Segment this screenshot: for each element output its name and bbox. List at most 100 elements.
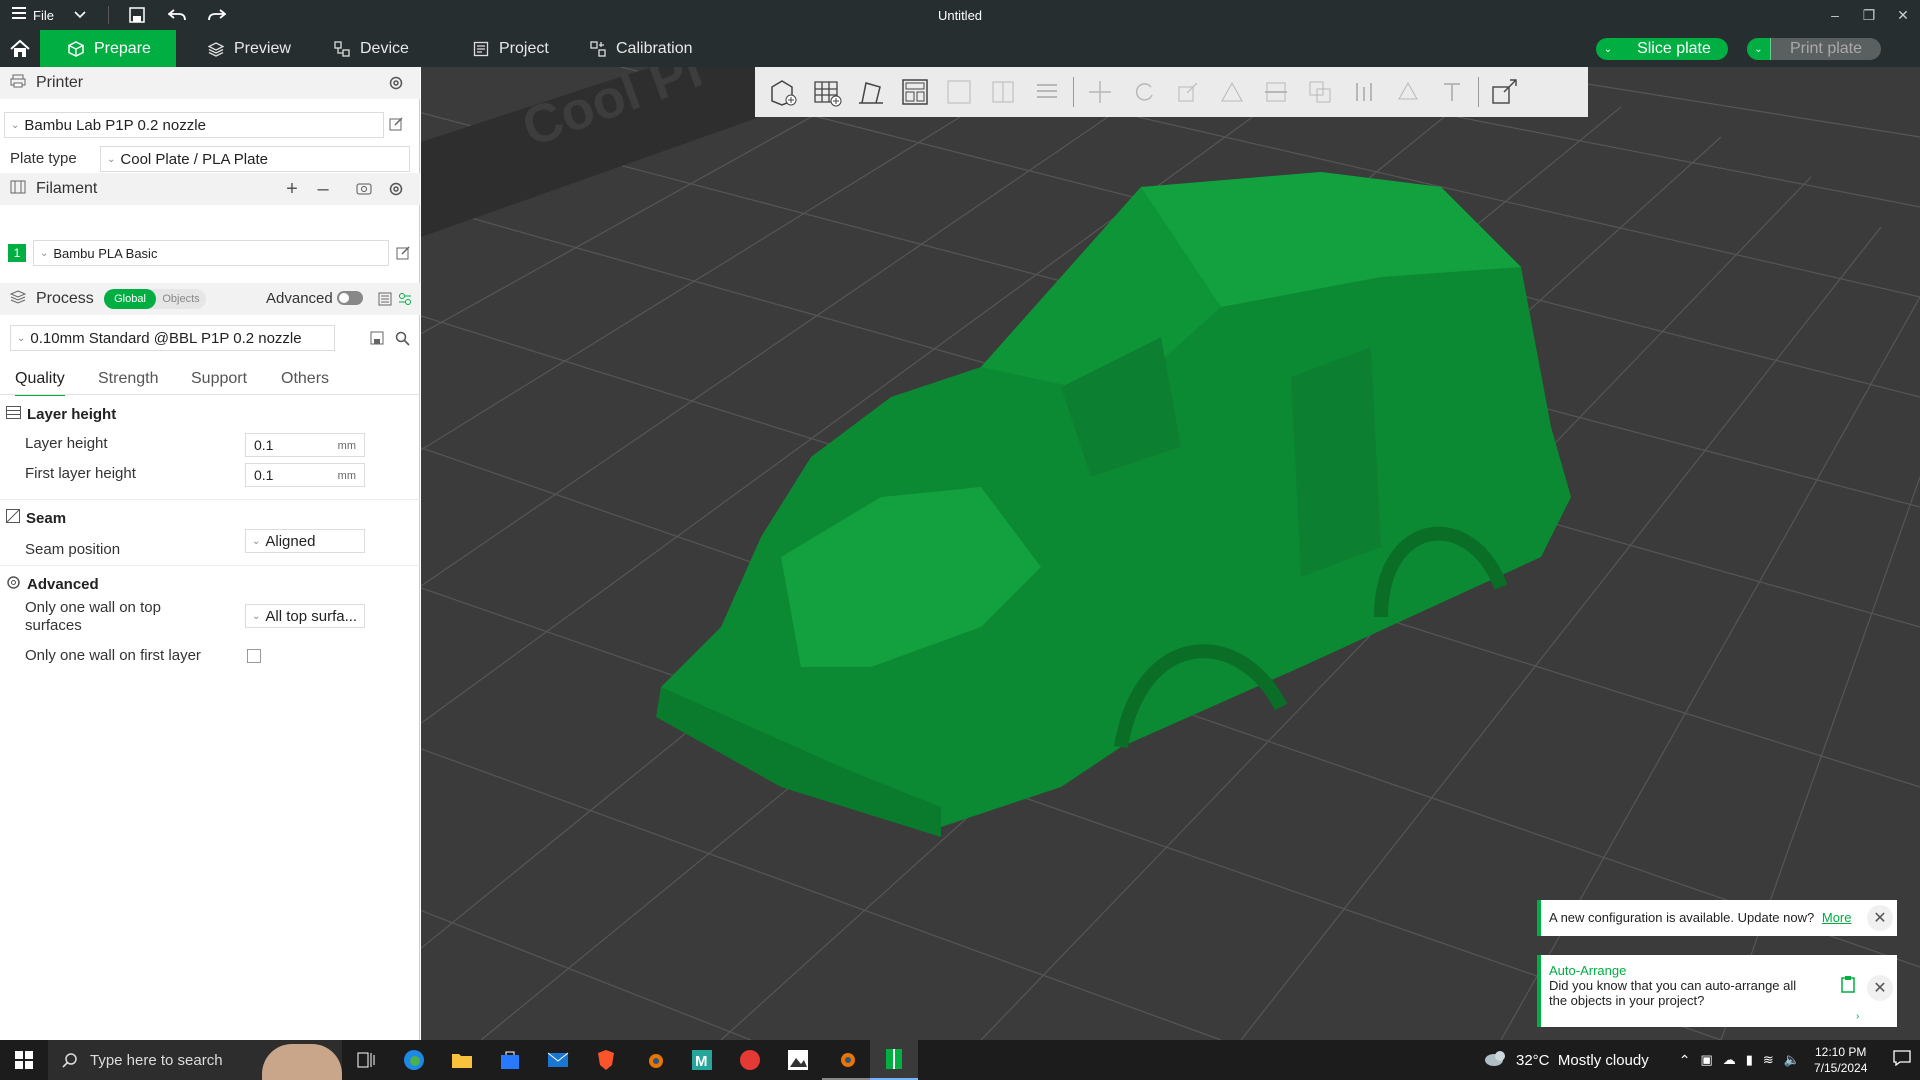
cut-icon[interactable] [1258, 74, 1294, 110]
advanced-toggle-label: Advanced [266, 290, 333, 307]
variable-layer-icon[interactable] [1029, 74, 1065, 110]
edge-icon[interactable] [390, 1040, 438, 1080]
one-wall-first-layer-checkbox[interactable] [247, 649, 261, 663]
assembly-view-icon[interactable] [1487, 74, 1523, 110]
tab-project[interactable]: Project [448, 30, 570, 67]
lay-on-face-icon[interactable] [1214, 74, 1250, 110]
text-icon[interactable] [1434, 74, 1470, 110]
support-paint-icon[interactable] [1346, 74, 1382, 110]
tab-device[interactable]: Device [314, 30, 448, 67]
tab-support[interactable]: Support [191, 370, 247, 388]
scale-icon[interactable] [1170, 74, 1206, 110]
update-more-link[interactable]: More [1822, 910, 1852, 925]
save-icon[interactable] [117, 0, 157, 30]
task-view-icon[interactable] [342, 1040, 390, 1080]
tab-preview[interactable]: Preview [176, 30, 314, 67]
add-plate-icon[interactable] [809, 74, 845, 110]
slice-dropdown-icon[interactable]: ⌄ [1596, 38, 1620, 60]
add-object-icon[interactable] [765, 74, 801, 110]
3d-viewport[interactable]: Cool Pl A new configuration is available… [421, 67, 1920, 1040]
wifi-icon[interactable]: ≋ [1763, 1052, 1774, 1068]
close-icon[interactable]: ✕ [1867, 905, 1893, 931]
process-compare-icon[interactable] [396, 290, 414, 308]
edit-printer-icon[interactable] [387, 115, 405, 133]
tab-strength[interactable]: Strength [98, 370, 158, 388]
windows-start-icon[interactable] [0, 1040, 48, 1080]
weather-text[interactable]: 32°C Mostly cloudy [1516, 1052, 1649, 1069]
volume-icon[interactable]: 🔈 [1784, 1052, 1800, 1068]
auto-orient-icon[interactable] [853, 74, 889, 110]
filament-settings-gear-icon[interactable] [386, 179, 406, 199]
advanced-toggle[interactable] [337, 291, 363, 305]
tip-line-1: Did you know that you can auto-arrange a… [1549, 978, 1797, 993]
onedrive-icon[interactable]: ☁ [1723, 1052, 1736, 1068]
bambu-studio-taskbar-icon[interactable] [870, 1040, 918, 1080]
print-dropdown-icon[interactable]: ⌄ [1747, 38, 1771, 60]
clipboard-icon[interactable] [1840, 975, 1856, 996]
blender-icon[interactable] [630, 1040, 678, 1080]
home-icon[interactable] [0, 30, 40, 67]
search-icon[interactable] [393, 329, 411, 347]
build-plate: Cool Pl [421, 67, 1920, 1040]
seam-position-select[interactable]: ⌄ Aligned [245, 529, 365, 553]
mail-icon[interactable] [534, 1040, 582, 1080]
printer-settings-gear-icon[interactable] [386, 73, 406, 93]
filament-select[interactable]: ⌄ Bambu PLA Basic [33, 240, 389, 266]
split-parts-icon[interactable] [985, 74, 1021, 110]
mesh-boolean-icon[interactable] [1302, 74, 1338, 110]
restore-icon[interactable]: ❐ [1852, 0, 1886, 30]
tab-calibration[interactable]: Calibration [570, 30, 710, 67]
edit-filament-icon[interactable] [394, 244, 412, 262]
photo-app-icon[interactable] [774, 1040, 822, 1080]
redo-icon[interactable] [197, 0, 237, 30]
file-menu[interactable]: File [0, 0, 60, 30]
red-app-icon[interactable] [726, 1040, 774, 1080]
printer-select[interactable]: ⌄ Bambu Lab P1P 0.2 nozzle [4, 112, 384, 138]
one-wall-top-select[interactable]: ⌄ All top surfa... [245, 604, 365, 628]
chevron-down-icon[interactable] [60, 0, 100, 30]
tab-others[interactable]: Others [281, 370, 329, 388]
brave-browser-icon[interactable] [582, 1040, 630, 1080]
split-objects-icon[interactable] [941, 74, 977, 110]
file-explorer-icon[interactable] [438, 1040, 486, 1080]
undo-icon[interactable] [157, 0, 197, 30]
tab-prepare[interactable]: Prepare [40, 30, 176, 67]
next-tip-icon[interactable]: › [1856, 1011, 1859, 1022]
close-icon[interactable]: ✕ [1867, 975, 1893, 1001]
print-plate-button[interactable]: ⌄ Print plate [1747, 38, 1881, 60]
store-icon[interactable] [486, 1040, 534, 1080]
filament-slot-badge[interactable]: 1 [8, 244, 26, 262]
blender-running-icon[interactable] [822, 1040, 870, 1080]
process-list-icon[interactable] [376, 290, 394, 308]
clock[interactable]: 12:10 PM 7/15/2024 [1814, 1044, 1867, 1076]
taskbar-search-box[interactable]: Type here to search [48, 1040, 342, 1080]
first-layer-height-input[interactable]: 0.1 mm [245, 463, 365, 487]
meet-icon[interactable]: ▣ [1700, 1052, 1712, 1068]
plate-type-select[interactable]: ⌄ Cool Plate / PLA Plate [100, 146, 410, 172]
layer-height-input[interactable]: 0.1 mm [245, 433, 365, 457]
tab-quality[interactable]: Quality [15, 370, 65, 396]
remove-filament-icon[interactable]: – [313, 178, 333, 200]
rotate-icon[interactable] [1126, 74, 1162, 110]
sync-filament-icon[interactable] [354, 179, 374, 199]
seam-paint-icon[interactable] [1390, 74, 1426, 110]
minimize-icon[interactable]: – [1818, 0, 1852, 30]
toggle-global[interactable]: Global [104, 289, 156, 309]
battery-icon[interactable]: ▮ [1746, 1052, 1753, 1068]
chevron-down-icon: ⌄ [11, 119, 20, 131]
move-icon[interactable] [1082, 74, 1118, 110]
search-highlight-image [262, 1044, 342, 1080]
notification-center-icon[interactable] [1893, 1050, 1912, 1070]
close-window-icon[interactable]: ✕ [1886, 0, 1920, 30]
add-filament-icon[interactable]: + [282, 178, 302, 200]
slice-plate-button[interactable]: ⌄ Slice plate [1596, 38, 1728, 60]
chevron-up-icon[interactable]: ⌃ [1679, 1052, 1691, 1069]
arrange-icon[interactable] [897, 74, 933, 110]
global-objects-toggle[interactable]: Global Objects [104, 289, 206, 309]
m-app-icon[interactable]: M [678, 1040, 726, 1080]
save-profile-icon[interactable] [368, 329, 386, 347]
cloud-weather-icon[interactable] [1484, 1050, 1506, 1070]
seam-group: Seam [6, 509, 66, 527]
toggle-objects[interactable]: Objects [156, 289, 206, 309]
process-profile-select[interactable]: ⌄ 0.10mm Standard @BBL P1P 0.2 nozzle [10, 325, 335, 351]
